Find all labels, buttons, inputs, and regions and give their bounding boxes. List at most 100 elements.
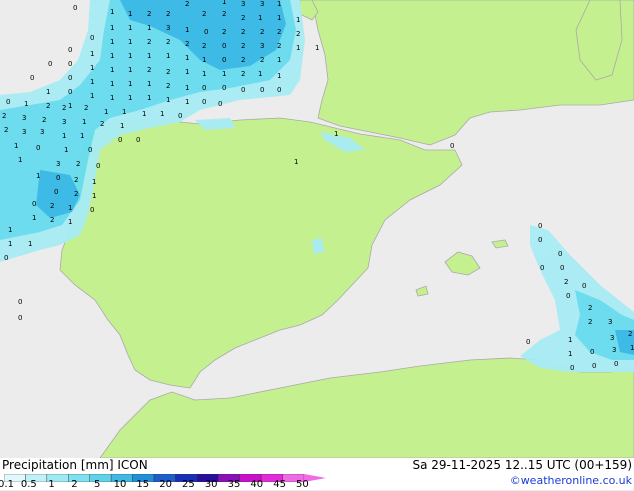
precip-value-label: 2	[222, 10, 226, 18]
precip-value-label: 1	[185, 98, 189, 106]
precip-value-label: 1	[258, 14, 262, 22]
precip-value-label: 0	[136, 136, 140, 144]
precip-value-label: 1	[8, 240, 12, 248]
precip-value-label: 2	[296, 30, 300, 38]
precip-value-label: 3	[260, 0, 264, 8]
precip-value-label: 2	[50, 202, 54, 210]
precip-value-label: 0	[88, 146, 92, 154]
precip-value-label: 1	[185, 84, 189, 92]
precip-value-label: 0	[570, 364, 574, 372]
precip-value-label: 3	[22, 114, 26, 122]
precip-value-label: 1	[8, 226, 12, 234]
precip-value-label: 2	[147, 10, 151, 18]
precip-value-label: 1	[142, 110, 146, 118]
precip-value-label: 2	[100, 120, 104, 128]
precip-value-label: 1	[82, 118, 86, 126]
precip-value-label: 1	[80, 132, 84, 140]
precip-value-label: 1	[277, 72, 281, 80]
precip-value-label: 1	[62, 132, 66, 140]
precip-value-label: 0	[68, 46, 72, 54]
precip-value-label: 1	[222, 70, 226, 78]
precip-value-label: 2	[241, 70, 245, 78]
precip-value-label: 0	[73, 4, 77, 12]
precip-value-label: 1	[147, 80, 151, 88]
precip-value-label: 1	[147, 52, 151, 60]
precip-value-label: 2	[62, 104, 66, 112]
precip-value-label: 3	[260, 42, 264, 50]
precip-value-label: 2	[241, 28, 245, 36]
scale-tick-label: 35	[227, 479, 241, 490]
precip-value-label: 1	[110, 66, 114, 74]
precip-value-label: 2	[241, 14, 245, 22]
precip-value-label: 0	[90, 206, 94, 214]
precip-value-label: 2	[74, 176, 78, 184]
scale-tick-label: 20	[159, 479, 172, 490]
precip-value-label: 3	[610, 334, 614, 342]
precip-value-label: 0	[202, 84, 206, 92]
precip-value-label: 0	[526, 338, 530, 346]
precip-value-label: 1	[222, 0, 226, 6]
precip-value-label: 1	[68, 204, 72, 212]
precip-value-label: 0	[222, 84, 226, 92]
precip-value-label: 2	[277, 28, 281, 36]
precip-value-label: 1	[166, 96, 170, 104]
precip-value-label: 1	[277, 56, 281, 64]
scale-tick-label: 5	[94, 479, 101, 490]
precip-value-label: 0	[48, 60, 52, 68]
precip-value-label: 0	[4, 254, 8, 262]
scale-tick-label: 50	[296, 479, 309, 490]
precip-value-label: 1	[110, 94, 114, 102]
precip-value-label: 3	[22, 128, 26, 136]
precip-value-label: 1	[258, 70, 262, 78]
precip-value-label: 2	[4, 126, 8, 134]
precip-value-label: 1	[110, 80, 114, 88]
precip-value-label: 1	[90, 78, 94, 86]
precip-value-label: 2	[241, 42, 245, 50]
precip-value-label: 1	[202, 56, 206, 64]
precip-value-label: 1	[128, 24, 132, 32]
precip-value-label: 1	[64, 146, 68, 154]
precip-value-label: 0	[560, 264, 564, 272]
precip-value-label: 3	[241, 0, 245, 8]
precip-value-label: 1	[90, 92, 94, 100]
precip-value-label: 1	[277, 14, 281, 22]
precip-value-label: 0	[54, 188, 58, 196]
credit-link[interactable]: ©weatheronline.co.uk	[510, 474, 632, 487]
precip-value-label: 0	[6, 98, 10, 106]
precip-value-label: 0	[260, 86, 264, 94]
precip-value-label: 1	[128, 80, 132, 88]
precip-value-label: 2	[76, 160, 80, 168]
precip-value-label: 2	[42, 116, 46, 124]
scale-ticks: 0.1 0.5 1 2 5 10 15 20 25 30 35 40 45 50	[0, 479, 330, 491]
precip-value-label: 1	[110, 52, 114, 60]
precip-value-label: 2	[2, 112, 6, 120]
precip-value-label: 1	[28, 240, 32, 248]
precip-value-label: 0	[32, 200, 36, 208]
precip-value-label: 1	[147, 24, 151, 32]
precip-value-label: 0	[68, 74, 72, 82]
precip-value-label: 1	[568, 350, 572, 358]
precip-value-label: 2	[147, 38, 151, 46]
precip-value-label: 0	[450, 142, 454, 150]
precip-value-label: 0	[30, 74, 34, 82]
precip-value-label: 2	[46, 102, 50, 110]
precip-value-label: 0	[590, 348, 594, 356]
precip-value-label: 2	[166, 82, 170, 90]
precip-value-label: 0	[222, 42, 226, 50]
precip-value-label: 1	[334, 130, 338, 138]
precip-value-label: 1	[128, 52, 132, 60]
precip-value-label: 0	[96, 162, 100, 170]
precip-value-label: 1	[128, 10, 132, 18]
precip-value-label: 1	[92, 178, 96, 186]
precip-value-label: 0	[540, 264, 544, 272]
precip-value-label: 0	[18, 314, 22, 322]
precip-value-label: 1	[104, 108, 108, 116]
precip-value-label: 0	[222, 56, 226, 64]
precip-value-label: 2	[147, 66, 151, 74]
precip-value-label: 1	[18, 156, 22, 164]
precip-value-label: 2	[564, 278, 568, 286]
precip-value-label: 2	[260, 28, 264, 36]
precip-value-label: 2	[166, 38, 170, 46]
precip-value-label: 0	[218, 100, 222, 108]
precip-value-label: 1	[277, 0, 281, 8]
